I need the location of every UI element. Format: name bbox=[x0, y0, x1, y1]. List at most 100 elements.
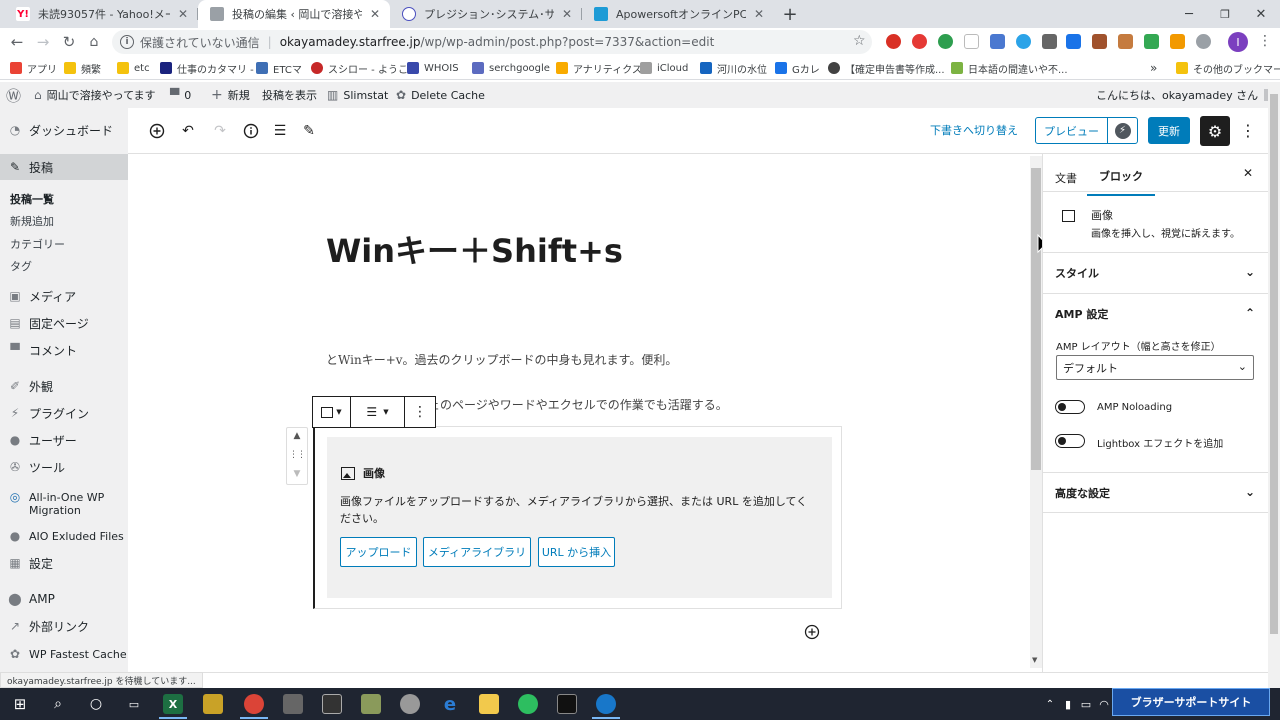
align-dropdown[interactable]: ☰ ▼ bbox=[351, 397, 405, 427]
page-scrollbar[interactable] bbox=[1268, 82, 1280, 688]
bookmark-other[interactable]: その他のブックマーク bbox=[1176, 60, 1280, 76]
list-view-icon[interactable]: ☰ bbox=[271, 122, 289, 140]
menu-users[interactable]: ● ユーザー bbox=[0, 428, 128, 452]
bookmark-folder[interactable]: 頻繁 bbox=[64, 60, 101, 76]
brother-support-banner[interactable]: ブラザーサポートサイト bbox=[1112, 688, 1270, 716]
app-icon[interactable] bbox=[400, 694, 420, 714]
home-icon[interactable]: ⌂ bbox=[84, 32, 104, 52]
excel-icon[interactable]: X bbox=[159, 694, 187, 719]
adminbar-view-post[interactable]: 投稿を表示 bbox=[262, 87, 317, 103]
insert-from-url-button[interactable]: URL から挿入 bbox=[538, 537, 615, 567]
wordpress-logo-icon[interactable]: Ⓦ bbox=[6, 87, 21, 105]
adminbar-account[interactable]: こんにちは、okayamadey さん bbox=[1096, 87, 1277, 103]
paragraph-block[interactable]: とWinキー+v。過去のクリップボードの中身も見れます。便利。 bbox=[326, 351, 677, 368]
block-more-options-icon[interactable]: ⋮ bbox=[405, 397, 435, 427]
browser-tab-yahoo-mail[interactable]: Y! 未読93057件 - Yahoo!メール ✕ bbox=[4, 0, 198, 28]
chrome-icon[interactable] bbox=[240, 694, 268, 719]
menu-external-links[interactable]: ↗ 外部リンク bbox=[0, 614, 128, 638]
menu-all-in-one-wp-migration-line2[interactable]: Migration bbox=[0, 502, 128, 518]
lightbox-toggle[interactable] bbox=[1055, 434, 1085, 448]
bookmark-star-icon[interactable]: ☆ bbox=[853, 33, 866, 49]
menu-pages[interactable]: ▤ 固定ページ bbox=[0, 311, 128, 335]
restore-icon[interactable]: ❐ bbox=[1208, 0, 1242, 28]
close-tab-icon[interactable]: ✕ bbox=[178, 7, 188, 21]
post-title[interactable]: Winキー＋Shift+s bbox=[326, 226, 623, 272]
menu-plugins[interactable]: ⚡ プラグイン bbox=[0, 401, 128, 425]
back-arrow-icon[interactable]: ← bbox=[7, 32, 27, 52]
reload-icon[interactable]: ↻ bbox=[59, 32, 79, 52]
browser-tab-post-edit[interactable]: 投稿の編集 ‹ 岡山で溶接やってます ✕ bbox=[198, 0, 390, 28]
panel-amp-settings[interactable]: AMP 設定 ⌃ bbox=[1043, 293, 1269, 334]
panel-advanced[interactable]: 高度な設定 ⌄ bbox=[1043, 472, 1269, 513]
bookmark-link[interactable]: WHOIS bbox=[407, 60, 459, 76]
settings-gear-icon[interactable]: ⚙ bbox=[1200, 116, 1230, 146]
app-icon[interactable] bbox=[322, 694, 342, 714]
extension-icon[interactable] bbox=[1196, 34, 1211, 49]
translate-icon[interactable] bbox=[990, 34, 1005, 49]
pencil-icon[interactable]: ✎ bbox=[300, 122, 318, 140]
menu-appearance[interactable]: ✐ 外観 bbox=[0, 374, 128, 398]
evernote-icon[interactable] bbox=[518, 694, 538, 714]
extension-icon[interactable] bbox=[912, 34, 927, 49]
close-tab-icon[interactable]: ✕ bbox=[562, 7, 572, 21]
app-icon[interactable] bbox=[203, 694, 223, 714]
extension-icon[interactable] bbox=[1118, 34, 1133, 49]
more-options-icon[interactable]: ⋮ bbox=[1240, 121, 1256, 140]
adminbar-slimstat[interactable]: ▥ Slimstat bbox=[327, 87, 388, 103]
close-window-icon[interactable]: ✕ bbox=[1244, 0, 1278, 28]
move-down-icon[interactable]: ▼ bbox=[287, 469, 307, 479]
tab-document[interactable]: 文書 bbox=[1055, 164, 1077, 192]
amp-layout-select[interactable]: デフォルト ⌄ bbox=[1056, 355, 1254, 380]
info-icon[interactable] bbox=[242, 122, 260, 140]
bookmark-link[interactable]: 日本語の間違いや不... bbox=[951, 60, 1068, 76]
media-library-button[interactable]: メディアライブラリ bbox=[423, 537, 531, 567]
bookmark-link[interactable]: 仕事のカタマリ - bbox=[160, 60, 254, 76]
address-bar[interactable]: i 保護されていない通信 | okayamadey.starfree.jp /w… bbox=[112, 30, 872, 54]
bookmark-link[interactable]: iCloud bbox=[640, 60, 688, 76]
extension-icon[interactable] bbox=[1016, 34, 1031, 49]
browser-tab-precision[interactable]: プレジション･システム･サイエンス(株)[ ✕ bbox=[390, 0, 582, 28]
bookmarks-overflow-button[interactable]: » bbox=[1150, 60, 1157, 76]
close-tab-icon[interactable]: ✕ bbox=[754, 7, 764, 21]
windows-start-icon[interactable]: ⊞ bbox=[10, 694, 30, 714]
bookmark-apps[interactable]: アプリ bbox=[10, 60, 57, 76]
menu-posts[interactable]: ✎ 投稿 bbox=[0, 154, 128, 180]
close-tab-icon[interactable]: ✕ bbox=[370, 7, 380, 21]
bookmark-folder[interactable]: etc bbox=[117, 60, 150, 76]
profile-avatar[interactable]: I bbox=[1228, 32, 1248, 52]
menu-tools[interactable]: ✇ ツール bbox=[0, 455, 128, 479]
bookmark-link[interactable]: スシロー - ようこそ bbox=[311, 60, 418, 76]
move-up-icon[interactable]: ▲ bbox=[287, 431, 307, 441]
task-view-icon[interactable]: ▭ bbox=[124, 694, 144, 714]
terminal-icon[interactable] bbox=[557, 694, 577, 714]
bookmark-link[interactable]: serchgoogle bbox=[472, 60, 550, 76]
editor-scrollbar[interactable]: ▼ bbox=[1030, 156, 1042, 668]
menu-media[interactable]: ▣ メディア bbox=[0, 284, 128, 308]
adminbar-site-link[interactable]: ⌂ 岡山で溶接やってます bbox=[34, 87, 156, 103]
microphone-icon[interactable]: ▮ bbox=[1058, 694, 1078, 714]
submenu-tags[interactable]: タグ bbox=[10, 258, 32, 274]
minimize-icon[interactable]: ─ bbox=[1172, 0, 1206, 28]
network-icon[interactable]: ▭ bbox=[1076, 694, 1096, 714]
adminbar-new[interactable]: + 新規 bbox=[211, 87, 250, 103]
cortana-icon[interactable]: ○ bbox=[86, 694, 106, 714]
menu-aio-excluded-files[interactable]: ● AIO Exluded Files bbox=[0, 524, 128, 548]
undo-icon[interactable]: ↶ bbox=[179, 122, 197, 140]
adminbar-delete-cache[interactable]: ✿ Delete Cache bbox=[396, 87, 485, 103]
menu-dashboard[interactable]: ◔ ダッシュボード bbox=[0, 118, 128, 142]
block-type-switcher[interactable]: ▼ bbox=[313, 397, 351, 427]
switch-to-draft-button[interactable]: 下書きへ切り替え bbox=[930, 122, 1018, 138]
info-icon[interactable]: i bbox=[120, 35, 134, 49]
app-icon[interactable] bbox=[592, 694, 620, 719]
menu-comments[interactable]: ▀ コメント bbox=[0, 338, 128, 362]
menu-kebab-icon[interactable]: ⋮ bbox=[1258, 33, 1272, 49]
app-icon[interactable] bbox=[361, 694, 381, 714]
menu-settings[interactable]: ▦ 設定 bbox=[0, 551, 128, 575]
bookmark-link[interactable]: 【確定申告書等作成... bbox=[828, 60, 945, 76]
preview-button[interactable]: プレビュー ⚡ bbox=[1035, 117, 1138, 144]
add-block-icon[interactable] bbox=[148, 122, 166, 140]
wifi-icon[interactable]: ◠ bbox=[1094, 694, 1114, 714]
extension-icon[interactable] bbox=[1066, 34, 1081, 49]
amp-noloading-toggle[interactable] bbox=[1055, 400, 1085, 414]
bookmark-link[interactable]: アナリティクス bbox=[556, 60, 642, 76]
